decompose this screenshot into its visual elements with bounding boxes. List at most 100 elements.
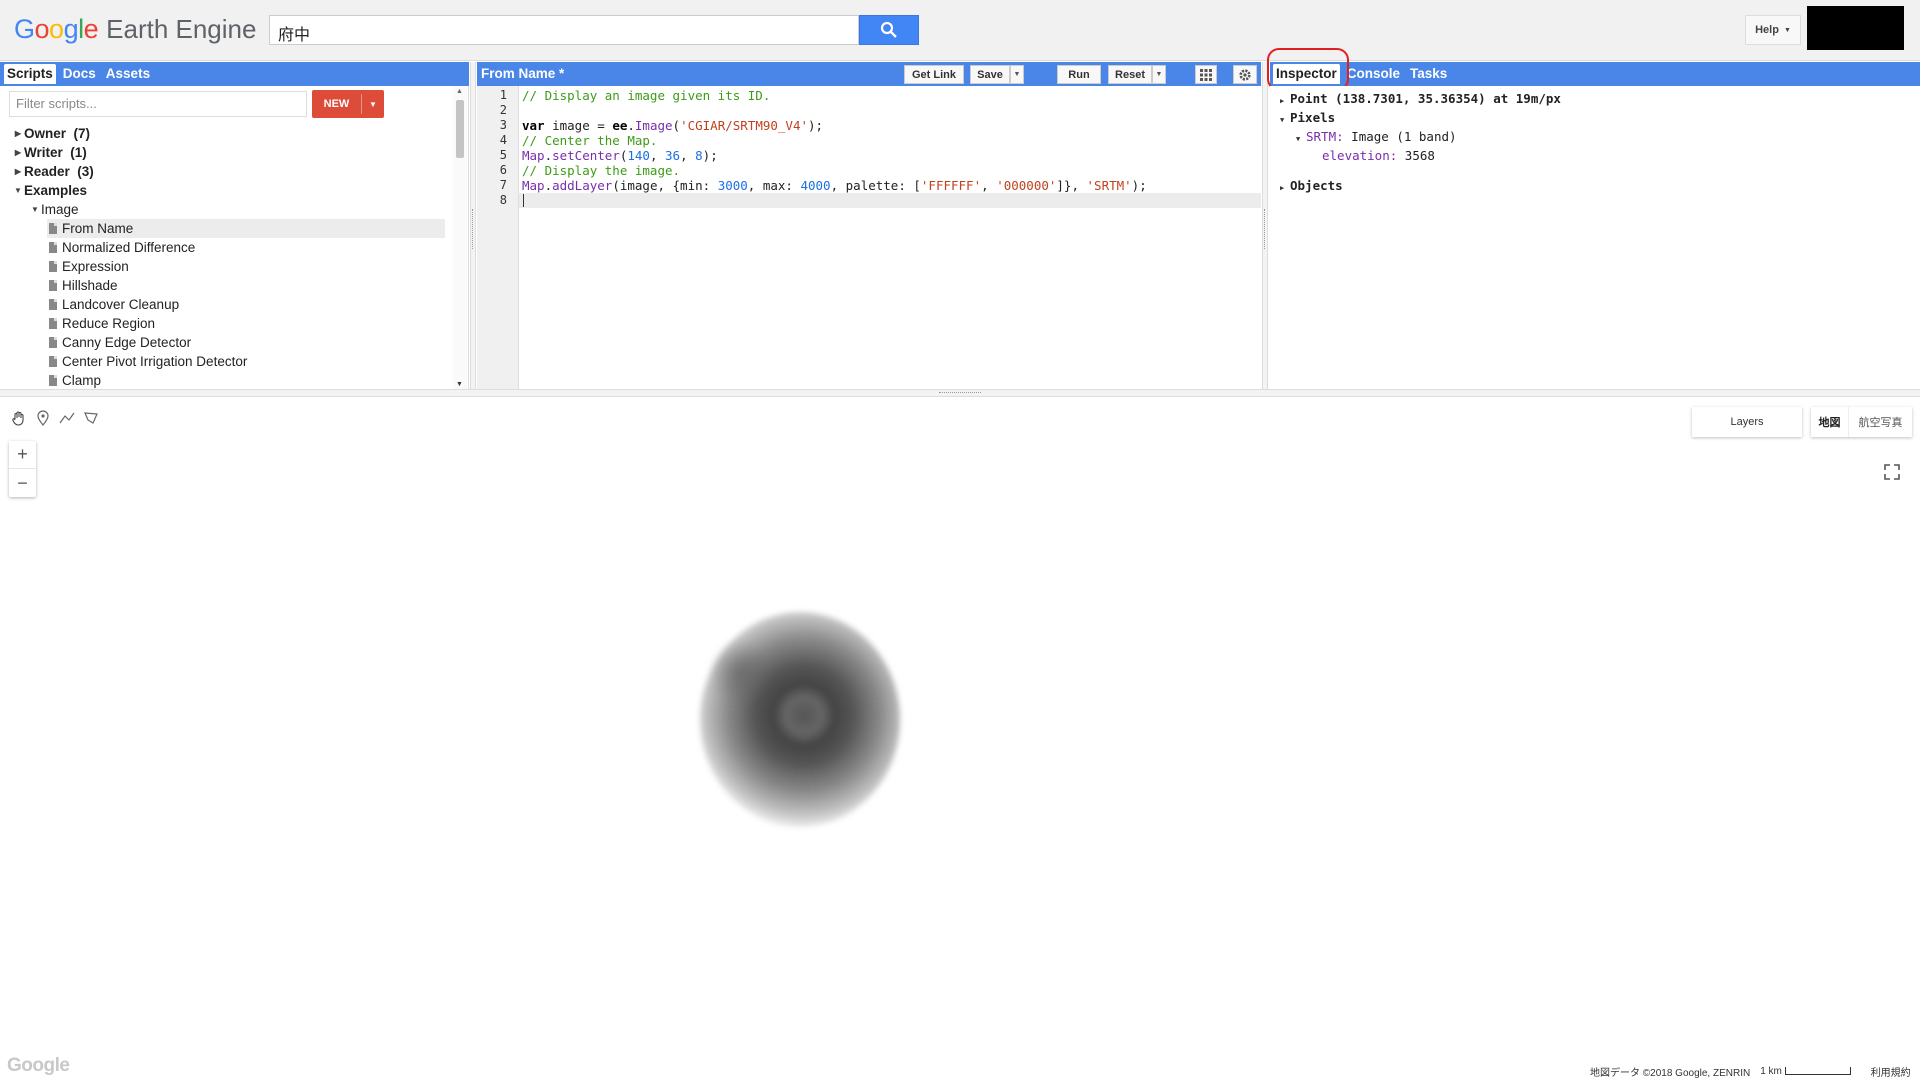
band-value: 3568 <box>1404 148 1435 163</box>
line-tool[interactable] <box>56 407 78 429</box>
chevron-down-icon: ▼ <box>1783 26 1791 34</box>
fullscreen-button[interactable] <box>1881 461 1903 483</box>
code-token: (image, {min: <box>612 178 718 193</box>
reset-dropdown-button[interactable]: ▼ <box>1152 65 1166 84</box>
code-token: // Center the Map. <box>522 133 658 148</box>
drawing-tools <box>8 407 102 429</box>
tree-folder-examples[interactable]: ▼ Examples <box>12 181 87 200</box>
zoom-control: + − <box>9 441 36 497</box>
code-line[interactable]: // Display the image. <box>522 163 680 178</box>
code-line[interactable]: Map.setCenter(140, 36, 8); <box>522 148 718 163</box>
code-token: var <box>522 118 545 133</box>
layers-button[interactable]: Layers <box>1692 407 1802 437</box>
tree-file-normalized-difference[interactable]: Normalized Difference <box>49 238 195 257</box>
tree-file-landcover-cleanup[interactable]: Landcover Cleanup <box>49 295 179 314</box>
map-canvas[interactable]: + − Layers 地図 航空写真 Google 地図データ ©2018 Go… <box>0 397 1920 1080</box>
new-button-label: NEW <box>312 94 362 114</box>
line-number: 5 <box>499 148 507 162</box>
code-token: 140 <box>627 148 650 163</box>
editor-resize-handle[interactable] <box>1262 62 1268 389</box>
save-button[interactable]: Save <box>970 65 1010 84</box>
tree-label: Expression <box>62 259 129 274</box>
tree-folder-image[interactable]: ▼ Image <box>29 200 79 219</box>
code-line[interactable]: // Center the Map. <box>522 133 657 148</box>
tab-tasks[interactable]: Tasks <box>1407 64 1450 84</box>
inspector-layer-row[interactable]: ▼ SRTM: Image (1 band) <box>1296 129 1457 144</box>
map-type-map-button[interactable]: 地図 <box>1811 407 1849 437</box>
search-input[interactable]: 府中 <box>269 15 859 45</box>
zoom-out-button[interactable]: − <box>9 469 36 497</box>
tree-folder-owner[interactable]: ▶ Owner (7) <box>12 124 90 143</box>
code-token: 8 <box>695 148 703 163</box>
tree-file-expression[interactable]: Expression <box>49 257 129 276</box>
new-script-button[interactable]: NEW ▼ <box>312 90 384 118</box>
inspector-point-row[interactable]: ▶ Point (138.7301, 35.36354) at 19m/px <box>1280 91 1561 106</box>
layer-name: SRTM: <box>1306 129 1344 144</box>
polygon-icon <box>84 412 98 424</box>
current-line-highlight <box>477 193 1261 208</box>
text-cursor <box>523 194 524 207</box>
inspector-pixels-row[interactable]: ▼ Pixels <box>1280 110 1335 125</box>
tab-inspector[interactable]: Inspector <box>1273 64 1340 84</box>
zoom-in-button[interactable]: + <box>9 441 36 469</box>
tree-file-clamp[interactable]: Clamp <box>49 371 101 389</box>
tree-file-from-name[interactable]: From Name <box>47 219 445 238</box>
get-link-button[interactable]: Get Link <box>904 65 964 84</box>
pan-tool[interactable] <box>8 407 30 429</box>
scrollbar-thumb[interactable] <box>456 100 464 158</box>
scroll-down-icon[interactable]: ▼ <box>456 381 463 388</box>
reset-button[interactable]: Reset <box>1108 65 1152 84</box>
tree-file-hillshade[interactable]: Hillshade <box>49 276 118 295</box>
scroll-up-icon[interactable]: ▲ <box>456 88 463 95</box>
code-token: ); <box>702 148 718 163</box>
tree-label: Image <box>41 202 79 217</box>
terms-link[interactable]: 利用規約 <box>1871 1064 1911 1079</box>
tree-file-center-pivot[interactable]: Center Pivot Irrigation Detector <box>49 352 247 371</box>
file-icon <box>49 356 57 367</box>
tab-assets[interactable]: Assets <box>103 64 153 84</box>
map-type-satellite-button[interactable]: 航空写真 <box>1849 407 1912 437</box>
save-dropdown-button[interactable]: ▼ <box>1010 65 1024 84</box>
filter-scripts-input[interactable]: Filter scripts... <box>9 91 307 117</box>
line-number: 6 <box>499 163 507 177</box>
triangle-down-icon: ▼ <box>1280 116 1285 124</box>
scripts-scrollbar[interactable]: ▲ ▼ <box>453 86 467 389</box>
code-line[interactable]: var image = ee.Image('CGIAR/SRTM90_V4'); <box>522 118 823 133</box>
triangle-right-icon: ▶ <box>1280 184 1285 192</box>
settings-button[interactable] <box>1233 65 1257 84</box>
tree-folder-writer[interactable]: ▶ Writer (1) <box>12 143 87 162</box>
tree-folder-reader[interactable]: ▶ Reader (3) <box>12 162 94 181</box>
tab-scripts[interactable]: Scripts <box>4 64 56 84</box>
account-avatar[interactable] <box>1807 6 1904 50</box>
tree-file-canny-edge-detector[interactable]: Canny Edge Detector <box>49 333 191 352</box>
help-button[interactable]: Help ▼ <box>1745 15 1801 45</box>
code-line[interactable]: Map.addLayer(image, {min: 3000, max: 400… <box>522 178 1147 193</box>
code-token: . <box>544 178 553 193</box>
tab-console[interactable]: Console <box>1344 64 1403 84</box>
scale-bar <box>1784 1067 1851 1076</box>
polygon-tool[interactable] <box>80 407 102 429</box>
search-button[interactable] <box>859 15 919 45</box>
triangle-down-icon: ▼ <box>1296 135 1301 143</box>
code-token: 4000 <box>800 178 831 193</box>
map-resize-handle[interactable] <box>0 389 1920 397</box>
run-button[interactable]: Run <box>1057 65 1101 84</box>
left-panel-resize-handle[interactable] <box>470 62 476 389</box>
google-earth-engine-logo[interactable]: Google Earth Engine <box>14 14 256 48</box>
inspector-objects-row[interactable]: ▶ Objects <box>1280 178 1343 193</box>
line-number: 8 <box>499 193 507 207</box>
marker-tool[interactable] <box>32 407 54 429</box>
new-dropdown-caret-icon[interactable]: ▼ <box>362 100 384 109</box>
tab-docs[interactable]: Docs <box>60 64 99 84</box>
apps-button[interactable] <box>1195 65 1217 84</box>
file-icon <box>49 280 57 291</box>
google-map-logo: Google <box>7 1055 70 1076</box>
code-token: setCenter <box>552 148 620 163</box>
code-editor[interactable]: 1 2 3 4 5 6 7 8 // Display an image give… <box>477 86 1261 389</box>
code-line[interactable]: // Display an image given its ID. <box>522 88 770 103</box>
inspector-panel: ▶ Point (138.7301, 35.36354) at 19m/px ▼ P… <box>1270 86 1920 389</box>
gear-icon <box>1239 68 1251 81</box>
tree-file-reduce-region[interactable]: Reduce Region <box>49 314 155 333</box>
left-panel-tabbar: Scripts Docs Assets <box>0 62 469 86</box>
tree-label: From Name <box>62 221 134 236</box>
